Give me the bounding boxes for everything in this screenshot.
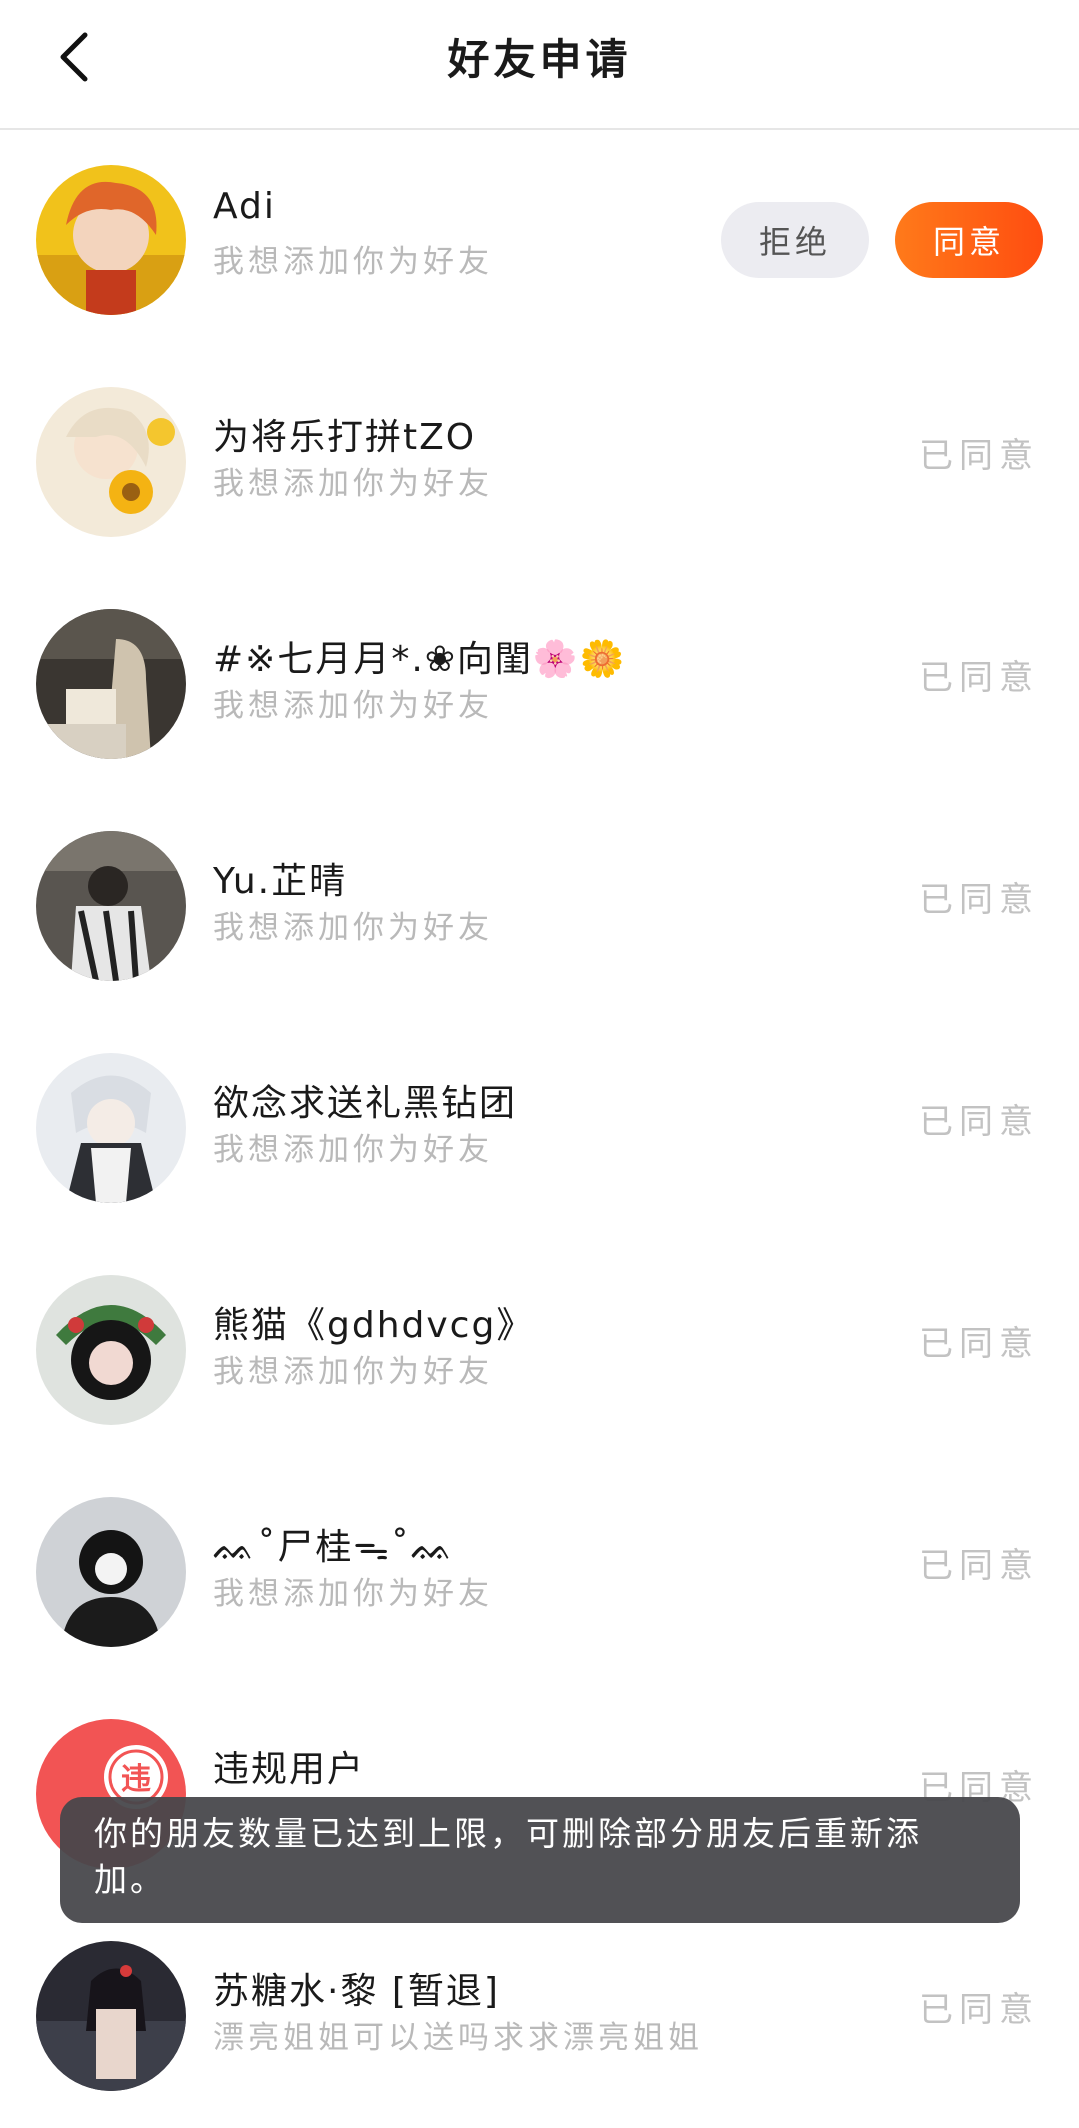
reject-button[interactable]: 拒绝 <box>721 202 869 278</box>
list-item[interactable]: 苏糖水·黎 [暂退] 漂亮姐姐可以送吗求求漂亮姐姐 已同意 <box>0 1906 1079 2128</box>
avatar[interactable] <box>36 609 186 759</box>
request-message: 我想添加你为好友 <box>213 1132 493 1168</box>
status-text: 已同意 <box>919 436 1039 476</box>
request-message: 我想添加你为好友 <box>213 244 493 280</box>
status-text: 已同意 <box>919 1102 1039 1142</box>
toast-message: 你的朋友数量已达到上限，可删除部分朋友后重新添加。 <box>60 1797 1020 1923</box>
status-text: 已同意 <box>919 1546 1039 1586</box>
list-item[interactable]: Yu.芷晴 我想添加你为好友 已同意 <box>0 796 1079 1018</box>
status-text: 已同意 <box>919 658 1039 698</box>
list-item[interactable]: 熊猫《gdhdvcg》 我想添加你为好友 已同意 <box>0 1240 1079 1462</box>
request-message: 我想添加你为好友 <box>213 1354 493 1390</box>
request-name: 熊猫《gdhdvcg》 <box>213 1305 535 1346</box>
accept-button[interactable]: 同意 <box>895 202 1043 278</box>
header-bar: 好友申请 <box>0 0 1079 130</box>
request-name: Adi <box>213 186 276 227</box>
request-name: ᨐ˚尸桂ᯓ˚ᨐ <box>213 1527 456 1568</box>
request-name: 欲念求送礼黑钻团 <box>213 1083 518 1124</box>
violation-badge: 违 <box>121 1762 151 1797</box>
request-name: #※七月月*.❀向閨🌸🌼 <box>213 639 627 680</box>
avatar[interactable] <box>36 1053 186 1203</box>
list-item[interactable]: 为将乐打拼tZO 我想添加你为好友 已同意 <box>0 352 1079 574</box>
avatar[interactable] <box>36 165 186 315</box>
status-text: 已同意 <box>919 1324 1039 1364</box>
avatar[interactable] <box>36 1941 186 2091</box>
request-message: 漂亮姐姐可以送吗求求漂亮姐姐 <box>213 2020 703 2056</box>
status-text: 已同意 <box>919 1990 1039 2030</box>
request-name: Yu.芷晴 <box>213 861 348 902</box>
request-name: 违规用户 <box>213 1749 366 1790</box>
request-name: 苏糖水·黎 [暂退] <box>213 1971 500 2012</box>
page-title: 好友申请 <box>447 35 632 84</box>
list-item[interactable]: ᨐ˚尸桂ᯓ˚ᨐ 我想添加你为好友 已同意 <box>0 1462 1079 1684</box>
list-item[interactable]: 欲念求送礼黑钻团 我想添加你为好友 已同意 <box>0 1018 1079 1240</box>
avatar[interactable] <box>36 831 186 981</box>
request-message: 我想添加你为好友 <box>213 688 493 724</box>
avatar[interactable] <box>36 1275 186 1425</box>
request-message: 我想添加你为好友 <box>213 466 493 502</box>
avatar[interactable] <box>36 387 186 537</box>
request-name: 为将乐打拼tZO <box>213 417 477 458</box>
request-message: 我想添加你为好友 <box>213 1576 493 1612</box>
list-item[interactable]: #※七月月*.❀向閨🌸🌼 我想添加你为好友 已同意 <box>0 574 1079 796</box>
avatar[interactable] <box>36 1497 186 1647</box>
status-text: 已同意 <box>919 880 1039 920</box>
request-message: 我想添加你为好友 <box>213 910 493 946</box>
list-item[interactable]: Adi 我想添加你为好友 拒绝 同意 <box>0 130 1079 352</box>
